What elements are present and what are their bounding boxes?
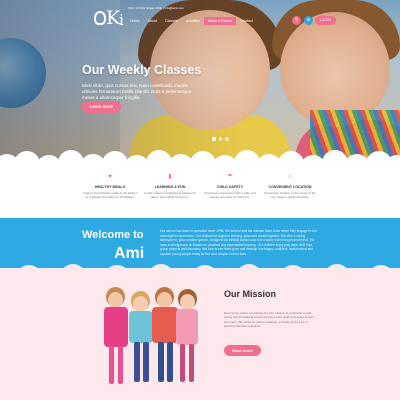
slider-dot[interactable] [212, 137, 216, 141]
menu-item-about[interactable]: About [144, 17, 161, 25]
welcome-heading: Welcome to [82, 229, 144, 241]
menu-item-contact[interactable]: Contact [236, 17, 256, 25]
mission-text: Nam lectus varius vel cursus nisi. Our m… [224, 311, 314, 329]
menu-item-activities[interactable]: Activities [182, 17, 204, 25]
welcome-name: Ami [114, 245, 145, 262]
read-more-button[interactable]: Read more [224, 345, 261, 356]
hero-learn-more-button[interactable]: Learn more [82, 101, 121, 113]
feature-healthy-meals: ♥ HEALTHY MEALS Organic Food Variety mad… [82, 174, 138, 199]
menu-item-home[interactable]: Home [126, 17, 144, 25]
contact-info: Visit: 12 Kids Street, Ohio | info@ami.c… [128, 6, 184, 10]
top-navigation: K i Visit: 12 Kids Street, Ohio | info@a… [0, 0, 400, 40]
welcome-text: Our school has been in operation since 1… [160, 229, 318, 256]
cart-icon[interactable]: ● [304, 16, 313, 25]
features-section [0, 160, 400, 218]
feature-learning-fun: ▮ LEARNING & FUN A wide variety of activ… [143, 174, 197, 199]
umbrella-icon: ☂ [227, 174, 233, 180]
menu-item-news-events[interactable]: News & Events [203, 17, 237, 25]
hero-description: Musi vitae, quis cursus nisi. Nam malesu… [82, 83, 192, 100]
logo-text[interactable]: i [119, 12, 124, 28]
home-icon: ⌂ [288, 174, 292, 180]
hero-title: Our Weekly Classes [82, 63, 202, 77]
slider-dot[interactable] [225, 137, 229, 141]
slider-dots [212, 137, 229, 141]
heart-icon: ♥ [108, 174, 112, 180]
mission-section [0, 268, 400, 400]
menu-item-classes[interactable]: Classes [161, 17, 182, 25]
mission-title: Our Mission [224, 289, 277, 299]
feature-convenient-location: ⌂ CONVENIENT LOCATION Convenient locatio… [263, 174, 317, 199]
slider-dot[interactable] [218, 137, 222, 141]
logo-icon[interactable] [94, 11, 106, 25]
book-icon: ▮ [168, 174, 172, 180]
feature-child-safety: ☂ CHILD SAFETY Protected environment wit… [204, 174, 256, 199]
search-icon[interactable]: ⚲ [292, 16, 301, 25]
main-menu: Home About Classes Activities News & Eve… [126, 17, 257, 25]
login-button[interactable]: LOGIN [315, 16, 336, 25]
